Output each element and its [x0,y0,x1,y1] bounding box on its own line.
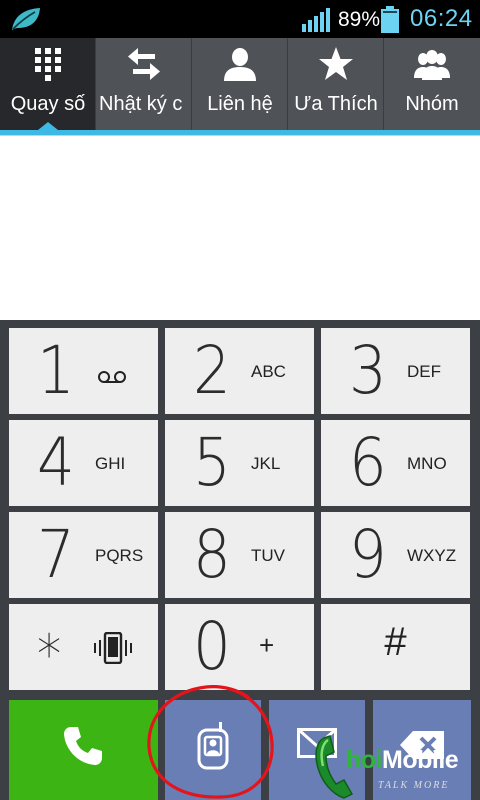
key-6[interactable]: 6 MNO [321,420,470,506]
key-8[interactable]: 8 TUV [165,512,314,598]
watermark-brand-white: Mobile [382,746,459,774]
watermark-brand-green: hoi [346,746,383,774]
key-letters: MNO [407,454,447,473]
status-bar: 89% 06:24 [0,0,480,38]
watermark: hoiMobile TALK MORE [312,730,480,800]
star-icon [319,47,353,80]
dial-keypad: 1 2 ABC 3 DEF 4 GHI 5 JKL 6 MNO 7 PQRS 8… [0,320,480,700]
signal-bars-icon [302,8,330,32]
key-letters: + [259,630,275,660]
key-digit: 3 [349,332,387,409]
tab-favorites[interactable]: Ưa Thích [288,38,384,130]
key-letters: DEF [407,362,441,381]
watermark-tagline: TALK MORE [378,780,450,791]
key-7[interactable]: 7 PQRS [9,512,158,598]
key-digit: 9 [349,516,387,593]
watermark-brand: hoiMobile [346,746,459,775]
tab-label: Nhóm [405,93,459,115]
key-digit: 7 [37,516,75,593]
battery-percent: 89% [338,8,381,31]
tab-contacts[interactable]: Liên hệ [192,38,288,130]
tab-groups[interactable]: Nhóm [384,38,480,130]
key-digit: 8 [193,516,231,593]
key-letters: GHI [95,454,126,473]
tab-call-log[interactable]: Nhật ký c [96,38,192,130]
key-digit: * [37,623,62,686]
active-tab-indicator [38,122,58,130]
key-4[interactable]: 4 GHI [9,420,158,506]
key-5[interactable]: 5 JKL [165,420,314,506]
key-1[interactable]: 1 [9,328,158,414]
leaf-icon [12,8,40,30]
dialpad-icon [35,48,61,81]
highlight-circle [147,684,274,799]
tab-label: Quay số [10,93,86,115]
key-0[interactable]: 0 + [165,604,314,690]
number-display[interactable] [0,136,480,320]
tab-bar: Quay số Nhật ký c Liên hệ Ưa Thích Nhóm [0,38,480,130]
key-letters: ABC [251,362,286,381]
key-digit: # [384,620,407,664]
key-letters: TUV [251,546,285,565]
key-letters: WXYZ [407,546,457,565]
tab-label: Ưa Thích [294,93,378,115]
tab-dialer[interactable]: Quay số [0,38,96,130]
key-digit: 1 [37,332,75,409]
key-letters: PQRS [95,546,144,565]
key-digit: 2 [193,332,231,409]
key-letters: JKL [251,454,281,473]
key-3[interactable]: 3 DEF [321,328,470,414]
vibrate-icon [94,632,132,664]
person-icon [224,48,256,81]
swap-arrows-icon [128,48,160,80]
tab-label: Liên hệ [207,93,273,115]
key-digit: 6 [349,424,387,501]
battery-icon [381,6,399,33]
key-digit: 5 [193,424,231,501]
key-9[interactable]: 9 WXYZ [321,512,470,598]
key-digit: 0 [193,608,231,685]
call-button[interactable] [9,700,158,800]
key-2[interactable]: 2 ABC [165,328,314,414]
clock: 06:24 [410,5,473,32]
key-star[interactable]: * [9,604,158,690]
key-digit: 4 [37,424,75,501]
voicemail-icon [98,371,126,383]
tab-label: Nhật ký c [99,93,183,115]
group-icon [414,50,450,80]
key-hash[interactable]: # [321,604,470,690]
phone-icon [64,727,102,765]
